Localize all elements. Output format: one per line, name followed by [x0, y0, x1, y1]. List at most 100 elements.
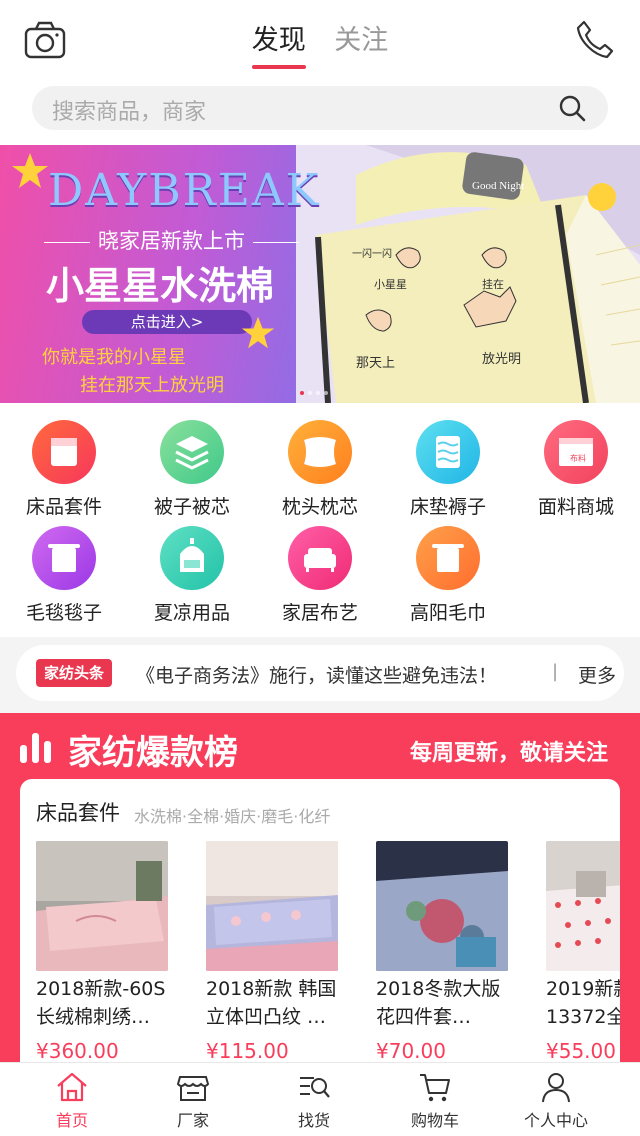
star-decoration-icon — [12, 153, 48, 188]
category-label: 面料商城 — [537, 496, 614, 518]
tab-label: 厂家 — [176, 1111, 209, 1130]
category-mattress[interactable]: 床垫褥子 — [384, 420, 512, 519]
product-price: ¥360.00 — [36, 1039, 119, 1063]
tab-label: 个人中心 — [523, 1111, 588, 1130]
star-decoration-icon — [241, 316, 275, 349]
product-name: 2018冬款大版花四件套… — [376, 978, 501, 1028]
news-divider: | — [552, 661, 559, 682]
product-image[interactable] — [36, 841, 168, 971]
user-icon — [542, 1073, 570, 1103]
hot-section-title: 家纺爆款榜 — [68, 733, 238, 773]
tab-find-goods[interactable]: 找货 — [250, 1063, 378, 1131]
news-more-link[interactable]: 更多 — [578, 661, 616, 688]
banner-slogan-1: 你就是我的小星星 — [42, 347, 186, 368]
discover-follow-tabs: 发现 关注 — [0, 18, 640, 69]
bed-label-sky: 那天上 — [356, 356, 395, 371]
product-card[interactable]: 2019新款13372全… ¥55.00 — [546, 841, 620, 1063]
product-name: 2018新款-60S长绒棉刺绣… — [36, 978, 166, 1028]
pagination-dot[interactable] — [316, 391, 320, 395]
news-headline[interactable]: 《电子商务法》施行，读懂这些避免违法！ — [136, 661, 506, 688]
bed-label-twinkle: 一闪一闪 — [352, 247, 392, 260]
category-towel[interactable]: 高阳毛巾 — [384, 526, 512, 625]
tab-profile[interactable]: 个人中心 — [492, 1063, 620, 1131]
banner-headline: 小星星水洗棉 — [46, 264, 275, 308]
product-card[interactable]: 2018冬款大版花四件套… ¥70.00 — [376, 841, 508, 1063]
category-label: 床品套件 — [25, 496, 102, 518]
category-label: 夏凉用品 — [153, 602, 230, 624]
category-quilt[interactable]: 被子被芯 — [128, 420, 256, 519]
tab-label: 首页 — [55, 1111, 88, 1130]
tab-discover[interactable]: 发现 — [251, 18, 306, 69]
bar-chart-icon — [20, 733, 51, 763]
summer-icon — [160, 526, 224, 590]
search-icon[interactable] — [558, 94, 586, 122]
search-placeholder: 搜索商品，商家 — [52, 100, 207, 125]
bedding-set-icon — [32, 420, 96, 484]
product-image[interactable] — [546, 841, 620, 971]
banner-pagination — [300, 391, 328, 395]
tab-home[interactable]: 首页 — [8, 1063, 136, 1131]
bottom-tab-bar: 首页 厂家 找货 购物车 个人中心 — [0, 1062, 640, 1136]
sofa-icon — [288, 526, 352, 590]
search-bar[interactable]: 搜索商品，商家 — [32, 86, 608, 130]
fabric-icon: 布料 — [544, 420, 608, 484]
ranking-card: 床品套件 水洗棉·全棉·婚庆·磨毛·化纤 2018新款-60S长绒棉刺绣… ¥3… — [20, 779, 620, 1079]
tab-follow[interactable]: 关注 — [334, 18, 388, 69]
bed-label-hang: 挂在 — [482, 277, 504, 291]
banner-bed-image: Good Night 一闪一闪 小星星 挂在 那天上 放光明 — [296, 145, 640, 403]
blanket-icon — [32, 526, 96, 590]
bed-label-goodnight: Good Night — [472, 180, 524, 192]
phone-icon[interactable] — [574, 18, 616, 60]
hot-ranking-section: 家纺爆款榜 每周更新，敬请关注 床品套件 水洗棉·全棉·婚庆·磨毛·化纤 201… — [0, 713, 640, 1079]
quilt-icon — [160, 420, 224, 484]
product-image[interactable] — [376, 841, 508, 971]
bed-label-shine: 放光明 — [482, 352, 521, 367]
category-blanket[interactable]: 毛毯毯子 — [0, 526, 128, 625]
bed-label-star: 小星星 — [374, 278, 407, 291]
category-label: 被子被芯 — [153, 496, 230, 518]
banner-brand-title: DAYBREAK — [48, 165, 321, 216]
category-home-fabric[interactable]: 家居布艺 — [256, 526, 384, 625]
pagination-dot[interactable] — [324, 391, 328, 395]
card-tags: 水洗棉·全棉·婚庆·磨毛·化纤 — [134, 807, 331, 826]
product-card[interactable]: 2018新款-60S长绒棉刺绣… ¥360.00 — [36, 841, 168, 1063]
category-label: 高阳毛巾 — [409, 602, 486, 624]
pillow-icon — [288, 420, 352, 484]
tab-cart[interactable]: 购物车 — [371, 1063, 499, 1131]
product-price: ¥70.00 — [376, 1039, 446, 1063]
category-label: 枕头枕芯 — [281, 496, 358, 518]
pagination-dot[interactable] — [308, 391, 312, 395]
product-card[interactable]: 2018新款 韩国立体凹凸纹 … ¥115.00 — [206, 841, 338, 1063]
category-label: 床垫褥子 — [409, 496, 486, 518]
hot-section-note: 每周更新，敬请关注 — [409, 741, 608, 766]
product-price: ¥55.00 — [546, 1039, 616, 1063]
find-goods-icon — [300, 1077, 330, 1098]
product-name: 2019新款13372全… — [546, 978, 620, 1028]
category-pillow[interactable]: 枕头枕芯 — [256, 420, 384, 519]
category-fabric[interactable]: 布料 面料商城 — [512, 420, 640, 519]
category-bedding-set[interactable]: 床品套件 — [0, 420, 128, 519]
category-label: 毛毯毯子 — [25, 602, 102, 624]
pagination-dot[interactable] — [300, 391, 304, 395]
banner-enter-button[interactable]: 点击进入> — [82, 310, 252, 334]
tab-factory[interactable]: 厂家 — [129, 1063, 257, 1131]
fabric-badge: 布料 — [570, 453, 586, 463]
category-summer[interactable]: 夏凉用品 — [128, 526, 256, 625]
home-icon — [57, 1072, 87, 1102]
news-ticker[interactable]: 家纺头条 《电子商务法》施行，读懂这些避免违法！ | 更多 — [16, 645, 624, 701]
cart-icon — [420, 1074, 450, 1102]
tab-label: 找货 — [297, 1111, 330, 1130]
banner-subtitle: 晓家居新款上市 — [36, 225, 307, 255]
mattress-icon — [416, 420, 480, 484]
promo-banner[interactable]: Good Night 一闪一闪 小星星 挂在 那天上 放光明 DAYBREAK … — [0, 145, 640, 403]
product-price: ¥115.00 — [206, 1039, 289, 1063]
product-image[interactable] — [206, 841, 338, 971]
top-header: 发现 关注 — [0, 0, 640, 80]
tab-label: 购物车 — [410, 1111, 459, 1130]
towel-icon — [416, 526, 480, 590]
category-label: 家居布艺 — [281, 602, 358, 624]
card-heading[interactable]: 床品套件 — [36, 797, 120, 827]
banner-slogan-2: 挂在那天上放光明 — [80, 375, 224, 396]
news-tag: 家纺头条 — [36, 659, 113, 687]
product-name: 2018新款 韩国立体凹凸纹 … — [206, 978, 337, 1028]
